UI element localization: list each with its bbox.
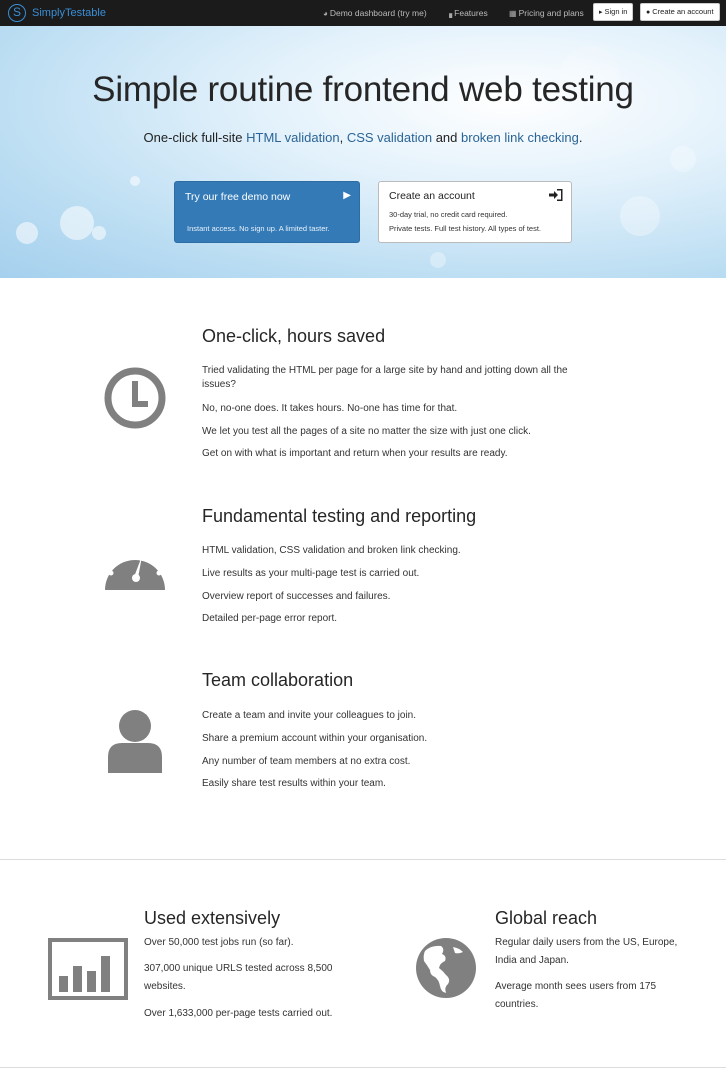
nav-link-label: Demo dashboard (try me) <box>329 8 427 18</box>
stat-title: Used extensively <box>144 908 281 928</box>
nav-link-demo-dashboard[interactable]: ◕ Demo dashboard (try me) <box>323 0 427 26</box>
stat-paragraph: 307,000 unique URLS tested across 8,500 … <box>144 963 333 992</box>
feature-paragraph: Get on with what is important and return… <box>202 448 508 459</box>
clock-icon <box>104 367 166 434</box>
dashboard-icon: ◕ <box>323 9 328 18</box>
play-arrow-icon: ▶ <box>343 190 351 201</box>
bar-chart-icon <box>48 938 128 1005</box>
try-demo-detail: Instant access. No sign up. A limited ta… <box>187 224 330 233</box>
feature-paragraph: Any number of team members at no extra c… <box>202 756 411 767</box>
feature-title: Fundamental testing and reporting <box>202 506 477 526</box>
feature-title: Team collaboration <box>202 670 354 690</box>
calendar-icon: ▦ <box>509 9 517 18</box>
hero-section: Simple routine frontend web testing One-… <box>0 26 726 278</box>
decorative-bubble <box>60 206 94 240</box>
try-demo-button[interactable]: Try our free demo now ▶ Instant access. … <box>174 181 360 243</box>
create-account-hero-label: Create an account <box>389 190 475 202</box>
navbar: S SimplyTestable ◕ Demo dashboard (try me… <box>0 0 726 26</box>
section-divider <box>0 859 726 860</box>
broken-link-checking-link[interactable]: broken link checking <box>461 130 579 145</box>
nav-link-pricing[interactable]: ▦ Pricing and plans <box>509 0 584 26</box>
stat-paragraph: Average month sees users from 175 countr… <box>495 981 657 1010</box>
try-demo-label: Try our free demo now <box>185 191 291 203</box>
section-divider <box>0 1067 726 1068</box>
decorative-bubble <box>620 196 660 236</box>
feature-paragraph: Create a team and invite your colleagues… <box>202 710 417 721</box>
create-account-nav-button[interactable]: ● Create an account <box>640 3 720 21</box>
feature-title: One-click, hours saved <box>202 326 386 346</box>
feature-paragraph: Tried validating the HTML per page for a… <box>202 365 568 390</box>
signin-label: Sign in <box>604 7 628 16</box>
decorative-bubble <box>670 146 696 172</box>
feature-paragraph: Easily share test results within your te… <box>202 778 386 789</box>
user-icon: ● <box>646 9 651 16</box>
decorative-bubble <box>430 252 446 268</box>
brand-logo-link[interactable]: S SimplyTestable <box>8 3 106 23</box>
create-account-label: Create an account <box>652 7 714 16</box>
subtitle-text: One-click full-site <box>143 130 247 145</box>
create-account-detail-1: 30-day trial, no credit card required. <box>389 210 508 219</box>
css-validation-link[interactable]: CSS validation <box>347 130 432 145</box>
user-icon <box>106 709 164 778</box>
create-account-button[interactable]: Create an account 30-day trial, no credi… <box>378 181 572 243</box>
feature-paragraph: We let you test all the pages of a site … <box>202 426 531 437</box>
feature-paragraph: Share a premium account within your orga… <box>202 733 428 744</box>
subtitle-text: . <box>578 130 583 145</box>
sign-in-arrow-icon <box>549 188 563 206</box>
feature-paragraph: No, no-one does. It takes hours. No-one … <box>202 403 458 414</box>
stat-paragraph: Over 50,000 test jobs run (so far). <box>144 937 294 948</box>
bar-chart-icon: ▗ <box>446 9 453 18</box>
stat-paragraph: Regular daily users from the US, Europe,… <box>495 937 678 966</box>
signin-button[interactable]: ▸ Sign in <box>593 3 634 21</box>
nav-link-label: Features <box>454 8 488 18</box>
feature-paragraph: Detailed per-page error report. <box>202 613 338 624</box>
feature-paragraph: Overview report of successes and failure… <box>202 591 391 602</box>
nav-link-features[interactable]: ▗ Features <box>446 0 488 26</box>
chevron-right-icon: ▸ <box>599 9 603 16</box>
subtitle-text: and <box>432 130 462 145</box>
stat-title: Global reach <box>495 908 598 928</box>
create-account-detail-2: Private tests. Full test history. All ty… <box>389 224 541 233</box>
hero-title: Simple routine frontend web testing <box>92 70 634 109</box>
globe-icon <box>415 937 477 1004</box>
decorative-bubble <box>92 226 106 240</box>
decorative-bubble <box>16 222 38 244</box>
stat-paragraph: Over 1,633,000 per-page tests carried ou… <box>144 1008 333 1019</box>
feature-paragraph: HTML validation, CSS validation and brok… <box>202 545 461 556</box>
brand-logo-icon: S <box>8 4 26 22</box>
nav-link-label: Pricing and plans <box>518 8 584 18</box>
feature-paragraph: Live results as your multi-page test is … <box>202 568 420 579</box>
decorative-bubble <box>130 176 140 186</box>
hero-subtitle: One-click full-site HTML validation, CSS… <box>0 130 726 145</box>
html-validation-link[interactable]: HTML validation <box>246 130 339 145</box>
dashboard-gauge-icon <box>104 542 166 597</box>
brand-name: SimplyTestable <box>32 7 106 19</box>
subtitle-text: , <box>339 130 347 145</box>
